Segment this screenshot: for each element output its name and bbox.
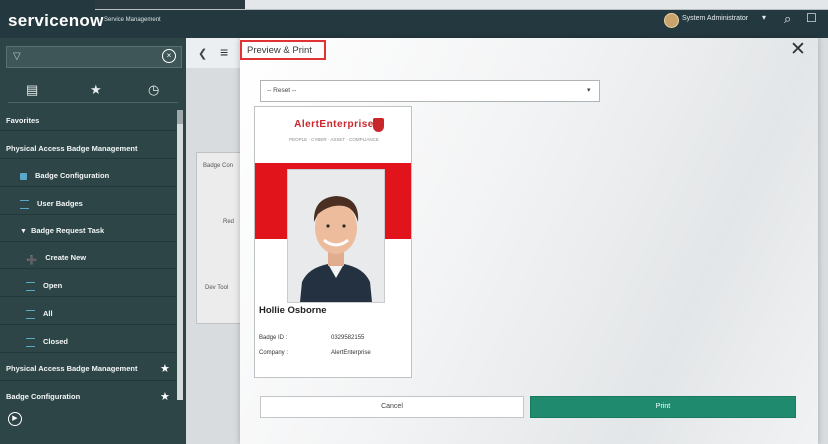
badge-id-label: Badge ID : [259,335,288,341]
print-button[interactable]: Print [530,396,796,418]
user-avatar[interactable] [664,13,679,28]
application-navigator: ▽ × ▤ ★ ◷ Favorites Physical Access Badg… [0,38,186,444]
form-menu-icon[interactable]: ≡ [220,44,228,60]
favorite-star-icon[interactable]: ★ [160,362,170,375]
company-label: Company : [259,350,289,356]
nav-favorite-badge-configuration[interactable]: Badge Configuration [6,392,182,401]
tabs-divider [8,102,178,103]
nav-divider [0,186,178,187]
nav-favorite-pabm[interactable]: Physical Access Badge Management [6,364,182,373]
modal-title-highlight: Preview & Print [240,40,326,60]
bg-label: Dev Tool [205,285,229,291]
nav-scrollbar[interactable] [177,110,183,400]
preview-print-modal: Preview & Print ✕ -- Reset -- ▾ AlertEnt… [240,38,818,444]
nav-label: Badge Configuration [35,171,110,180]
scrollbar-thumb[interactable] [177,110,183,124]
nav-divider [0,324,178,325]
select-value: -- Reset -- [267,87,297,94]
nav-divider [0,130,178,131]
nav-divider [0,214,178,215]
bg-label: Badge Con [203,163,234,169]
brand-tagline: PEOPLE · CYBER · ASSET · COMPLIANCE [289,137,379,142]
user-menu-name[interactable]: System Administrator [682,15,748,22]
nav-item-user-badges[interactable]: User Badges [20,199,196,209]
nav-folder-badge-request-task[interactable]: ▼ Badge Request Task [20,226,196,235]
nav-divider [0,296,178,297]
nav-divider [0,352,178,353]
all-apps-icon[interactable]: ▤ [26,82,38,98]
badge-photo [287,169,385,303]
close-icon[interactable]: ✕ [790,38,806,61]
company-value: AlertEnterprise [331,350,371,356]
nav-favorites-header: Favorites [6,116,182,125]
background-toolbar [186,38,240,68]
brand-shield-icon [373,118,384,132]
nav-item-badge-configuration[interactable]: Badge Configuration [20,171,196,180]
chevron-down-icon: ▾ [587,87,591,94]
chevron-down-icon: ▼ [20,228,27,235]
list-icon [26,309,35,319]
history-clock-icon[interactable]: ◷ [148,82,159,98]
badge-id-value: 0329582155 [331,335,365,341]
plus-icon: ➕ [26,254,38,265]
modal-header: Preview & Print ✕ [240,38,818,64]
nav-divider [0,158,178,159]
nav-label: All [43,309,53,318]
nav-divider [0,380,178,381]
nav-label: Create New [45,253,87,262]
nav-item-closed[interactable]: Closed [26,337,202,347]
cancel-button[interactable]: Cancel [260,396,524,418]
nav-item-open[interactable]: Open [26,281,202,291]
background-form-panel: Badge Con Red Dev Tool [196,152,242,324]
brand-logo: AlertEnterprise [294,119,374,130]
navigator-tabs: ▤ ★ ◷ [0,78,186,103]
filter-navigator-input[interactable]: ▽ [6,46,182,68]
top-header: servicenow Service Management System Adm… [0,0,828,38]
filter-icon: ▽ [13,51,21,62]
nav-label: User Badges [37,199,83,208]
nav-item-create-new[interactable]: ➕ Create New [26,253,202,265]
list-icon [20,199,29,209]
modal-title: Preview & Print [247,45,312,56]
badge-preview-card: AlertEnterprise PEOPLE · CYBER · ASSET ·… [254,106,412,378]
module-icon [20,172,27,180]
chat-icon[interactable]: ☐ [806,11,817,25]
template-select[interactable]: -- Reset -- ▾ [260,80,600,102]
nav-item-all[interactable]: All [26,309,202,319]
list-icon [26,337,35,347]
nav-section-pabm[interactable]: Physical Access Badge Management [6,144,182,153]
nav-label: Badge Request Task [30,226,105,235]
nav-label: Closed [43,337,69,346]
nav-label: Favorites [6,116,40,125]
back-arrow-icon[interactable]: ❮ [198,47,207,60]
list-icon [26,281,35,291]
user-menu-caret[interactable]: ▾ [762,13,766,22]
collapse-navigator-icon[interactable]: ▶ [8,412,22,426]
nav-label: Physical Access Badge Management [6,144,138,153]
servicenow-logo[interactable]: servicenow [8,11,104,31]
favorite-star-icon[interactable]: ★ [160,390,170,403]
nav-divider [0,241,178,242]
holder-name: Hollie Osborne [259,305,327,316]
nav-divider [0,268,178,269]
nav-label: Open [43,281,63,290]
person-portrait [288,170,384,302]
clear-filter-icon[interactable]: × [162,49,176,63]
nav-label: Badge Configuration [6,392,81,401]
top-strip-dark [95,0,245,9]
logo-subtitle: Service Management [104,17,161,23]
bg-label: Red [223,219,235,225]
nav-label: Physical Access Badge Management [6,364,138,373]
search-icon[interactable]: ⌕ [784,11,791,27]
favorites-star-icon[interactable]: ★ [90,82,102,98]
